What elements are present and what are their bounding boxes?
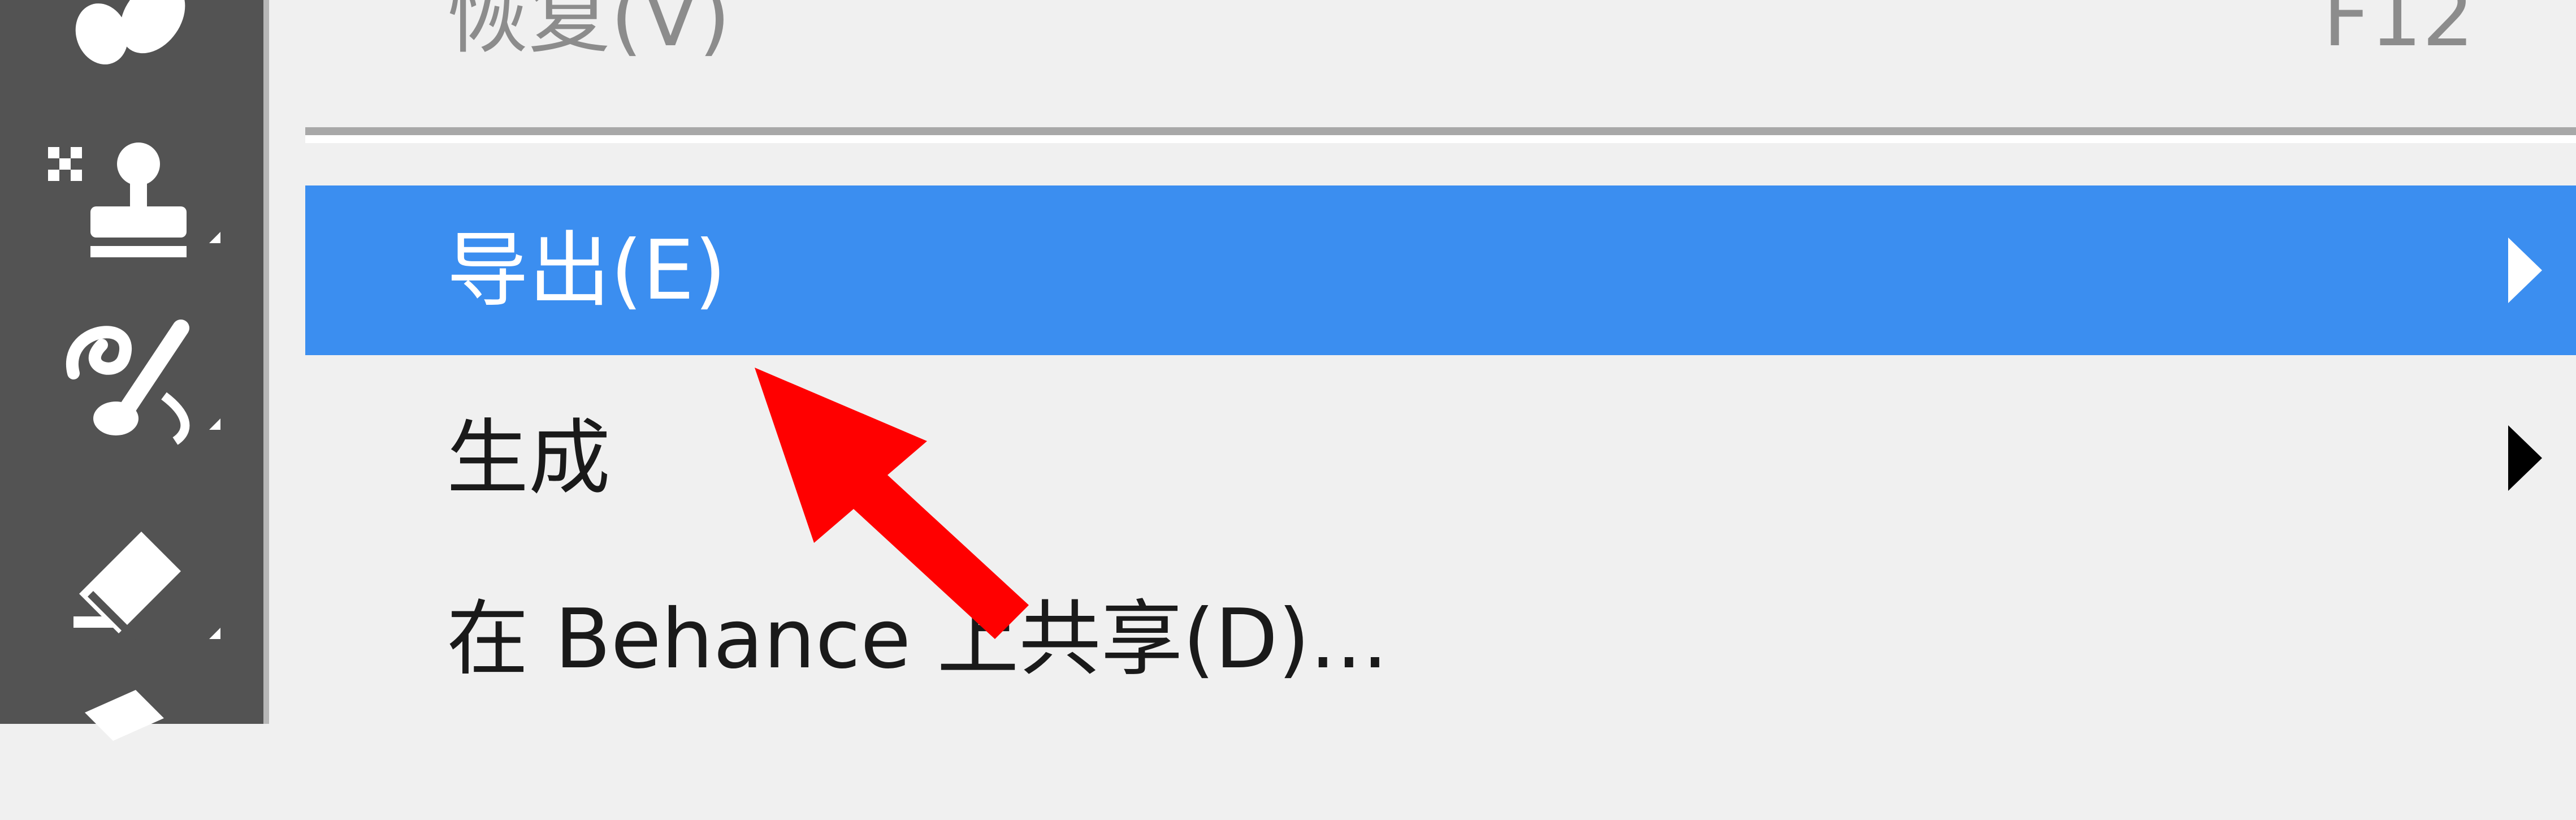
submenu-arrow-icon <box>2508 238 2542 303</box>
clone-stamp-tool-icon <box>48 143 220 257</box>
menu-item-share-on-behance[interactable]: 在 Behance 上共享(D)... <box>305 571 2576 707</box>
brush-tool-icon <box>75 0 185 64</box>
eraser-tool-icon <box>73 532 220 642</box>
menu-item-generate[interactable]: 生成 <box>305 390 2576 526</box>
menu-item-label: 在 Behance 上共享(D)... <box>447 591 1388 687</box>
menu-item-label: 生成 <box>447 410 611 506</box>
tools-panel <box>0 0 263 741</box>
brush-tool-button[interactable] <box>40 0 232 79</box>
menu-item-label: 恢复(V) <box>447 0 731 65</box>
gradient-tool-button[interactable] <box>40 679 232 820</box>
menu-item-export[interactable]: 导出(E) <box>305 185 2576 355</box>
shortcut-label: F12 <box>2323 0 2474 65</box>
submenu-arrow-icon <box>2508 425 2542 491</box>
file-menu-dropdown: 恢复(V) F12 导出(E) 生成 在 Behance 上共享(D)... <box>263 0 2576 724</box>
history-brush-tool-icon <box>66 320 220 445</box>
menu-item-revert[interactable]: 恢复(V) F12 <box>305 0 2576 74</box>
clone-stamp-tool-button[interactable] <box>40 130 232 271</box>
eraser-tool-button[interactable] <box>40 509 232 650</box>
menu-separator <box>305 127 2576 143</box>
menu-item-label: 导出(E) <box>447 222 726 318</box>
history-brush-tool-button[interactable] <box>40 305 232 447</box>
gradient-tool-icon <box>85 690 164 741</box>
